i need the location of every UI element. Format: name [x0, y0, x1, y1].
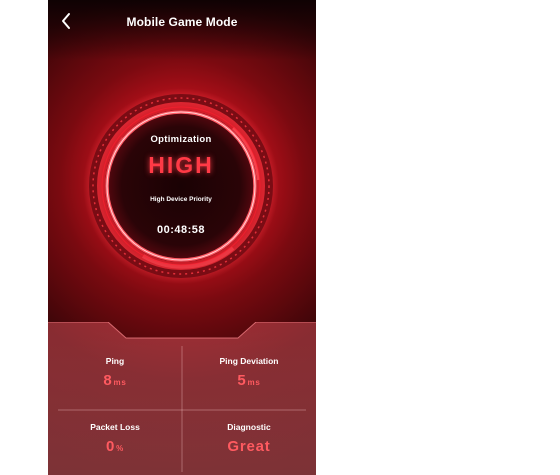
ping-value: 8 [103, 372, 113, 389]
stat-label: Ping [105, 356, 125, 366]
stat-value: 5ms [182, 372, 316, 389]
stat-label: Ping Deviation [219, 356, 279, 366]
stat-value: Great [182, 438, 316, 455]
priority-text: High Device Priority [150, 196, 212, 203]
game-mode-screen: Mobile Game Mode Optimization HIGH High … [48, 0, 316, 475]
stat-label: Diagnostic [227, 422, 271, 432]
network-stats-panel: Ping 8ms Ping Deviation 5ms Packet Loss … [48, 322, 316, 475]
stat-packet-loss: Packet Loss 0% [48, 422, 182, 455]
optimization-level: HIGH [148, 152, 214, 178]
stat-value: 8ms [48, 372, 182, 389]
page-title: Mobile Game Mode [126, 15, 238, 29]
packet-loss-unit: % [116, 444, 125, 453]
ping-deviation-unit: ms [247, 378, 261, 387]
packet-loss-value: 0 [105, 438, 116, 455]
stat-diagnostic: Diagnostic Great [182, 422, 316, 455]
diagnostic-value: Great [227, 438, 271, 455]
stat-value: 0% [48, 438, 182, 455]
session-timer: 00:48:58 [156, 224, 206, 236]
optimization-readout: Optimization HIGH High Device Priority 0… [83, 88, 279, 284]
ping-deviation-value: 5 [237, 372, 247, 389]
stat-label: Packet Loss [90, 422, 140, 432]
stat-ping-deviation: Ping Deviation 5ms [182, 356, 316, 389]
app-header: Mobile Game Mode [48, 0, 316, 44]
stat-ping: Ping 8ms [48, 356, 182, 389]
ping-unit: ms [113, 378, 127, 387]
optimization-label: Optimization [150, 134, 212, 145]
